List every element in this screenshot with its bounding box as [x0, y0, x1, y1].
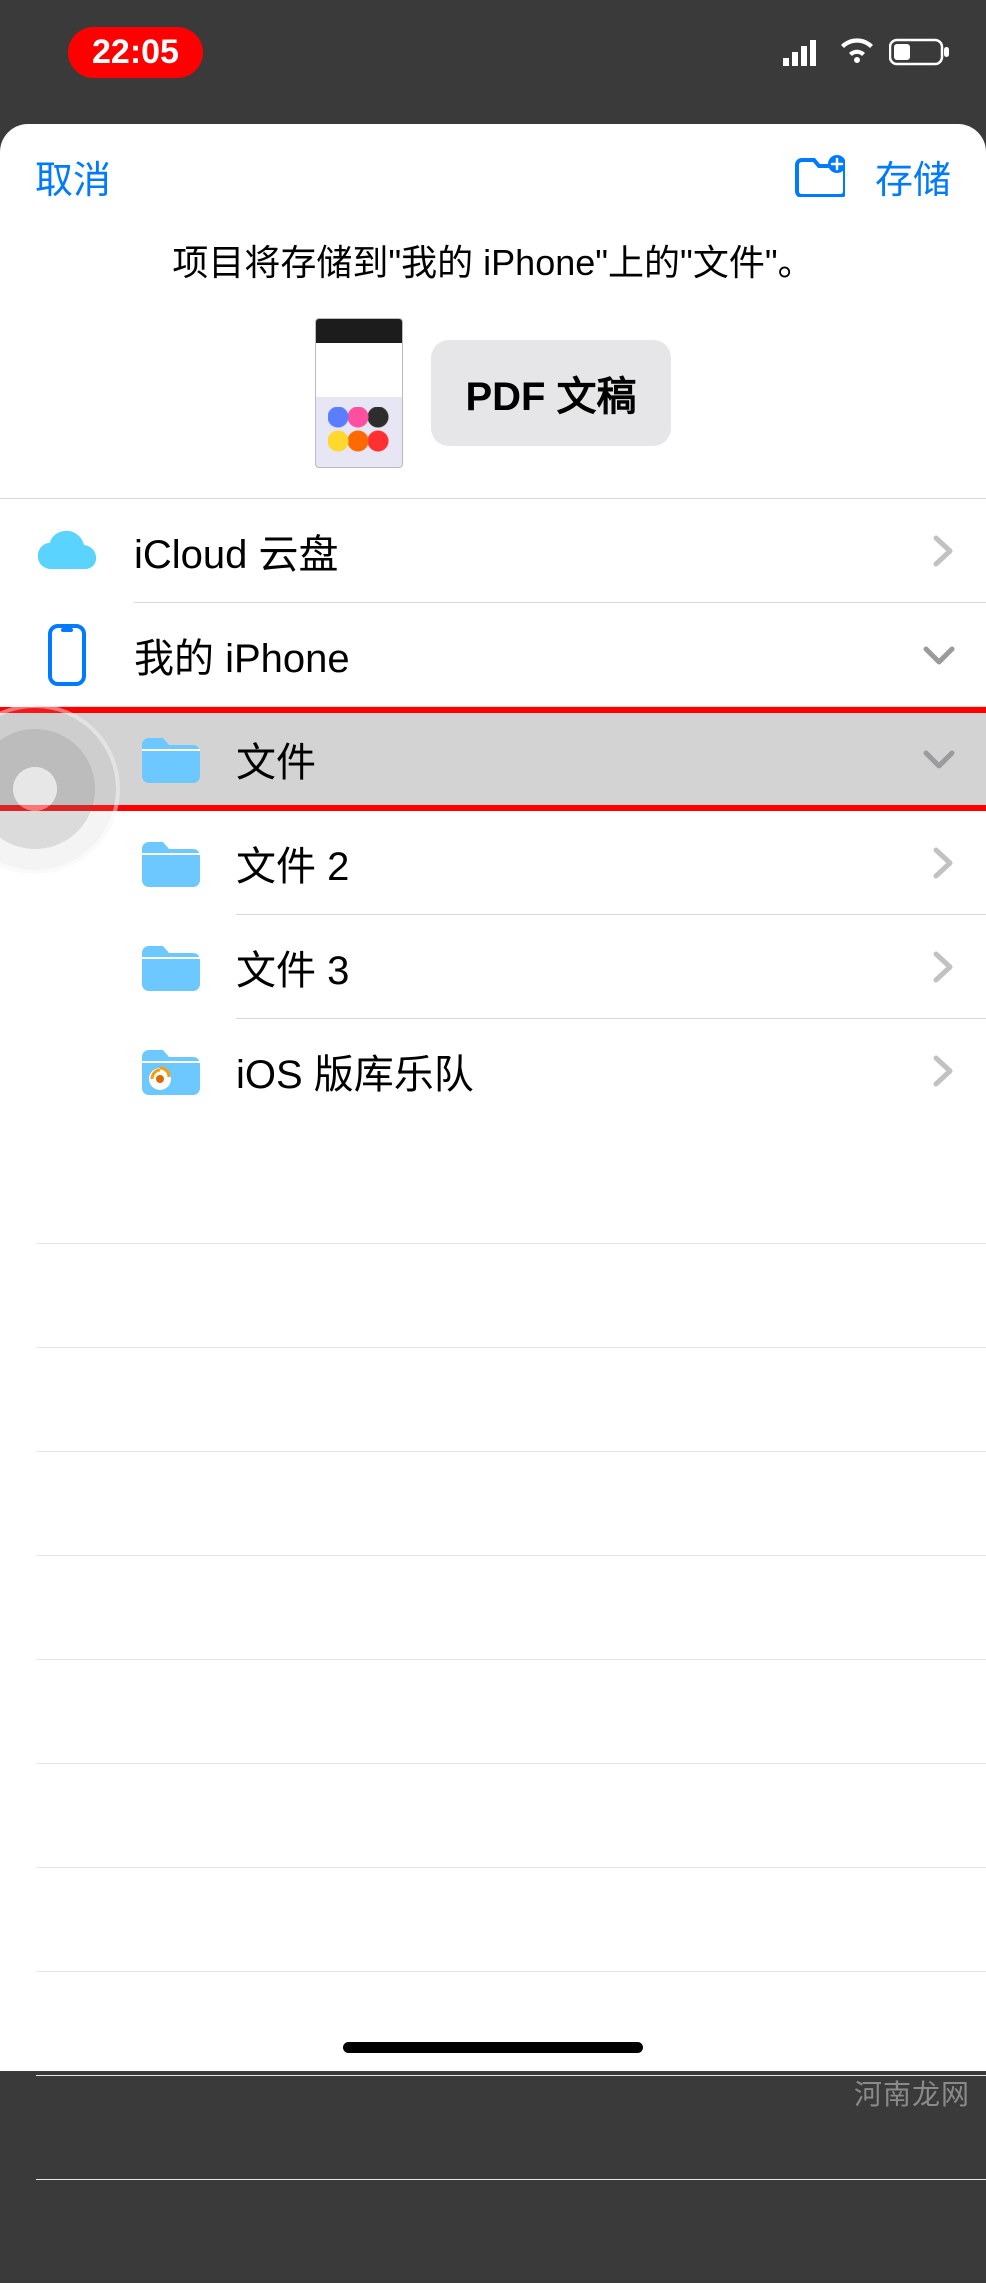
folder-name: 文件 [236, 730, 922, 788]
cancel-button[interactable]: 取消 [35, 149, 111, 204]
garageband-folder-icon [138, 1045, 204, 1097]
document-thumbnail [315, 318, 403, 468]
folder-icon [138, 941, 204, 993]
location-my-iphone[interactable]: 我的 iPhone [0, 603, 986, 707]
folder-row[interactable]: 文件 3 [0, 915, 986, 1019]
chevron-right-icon [932, 950, 956, 984]
folder-name: 文件 3 [236, 938, 932, 996]
chevron-down-icon [922, 643, 956, 667]
chevron-right-icon [932, 846, 956, 880]
cellular-icon [783, 38, 825, 66]
status-time: 22:05 [68, 27, 203, 78]
battery-icon [889, 38, 951, 66]
status-icons [783, 37, 951, 67]
location-label: iCloud 云盘 [134, 522, 932, 580]
chevron-down-icon [922, 747, 956, 771]
file-preview-row: PDF 文稿 [0, 304, 986, 499]
watermark-text: 河南龙网 [854, 2073, 970, 2113]
filename-badge[interactable]: PDF 文稿 [431, 340, 670, 446]
empty-rows [0, 1243, 986, 2283]
chevron-right-icon [932, 534, 956, 568]
location-list: iCloud 云盘 我的 iPhone 文件 [0, 499, 986, 1123]
new-folder-icon[interactable] [793, 155, 845, 197]
save-button[interactable]: 存储 [875, 149, 951, 204]
chevron-right-icon [932, 1054, 956, 1088]
save-location-description: 项目将存储到"我的 iPhone"上的"文件"。 [0, 228, 986, 304]
folder-row-selected[interactable]: 文件 [0, 707, 986, 811]
folder-icon [138, 837, 204, 889]
location-icloud[interactable]: iCloud 云盘 [0, 499, 986, 603]
location-label: 我的 iPhone [134, 626, 922, 684]
folder-icon [138, 733, 204, 785]
folder-name: 文件 2 [236, 834, 932, 892]
save-sheet: 取消 存储 项目将存储到"我的 iPhone"上的"文件"。 PDF 文稿 iC… [0, 124, 986, 2071]
iphone-icon [47, 624, 87, 686]
home-indicator[interactable] [343, 2042, 643, 2053]
folder-row[interactable]: 文件 2 [0, 811, 986, 915]
status-bar: 22:05 [0, 0, 986, 124]
navigation-bar: 取消 存储 [0, 124, 986, 228]
wifi-icon [837, 37, 877, 67]
icloud-icon [38, 531, 96, 571]
folder-row-garageband[interactable]: iOS 版库乐队 [0, 1019, 986, 1123]
folder-name: iOS 版库乐队 [236, 1042, 932, 1100]
